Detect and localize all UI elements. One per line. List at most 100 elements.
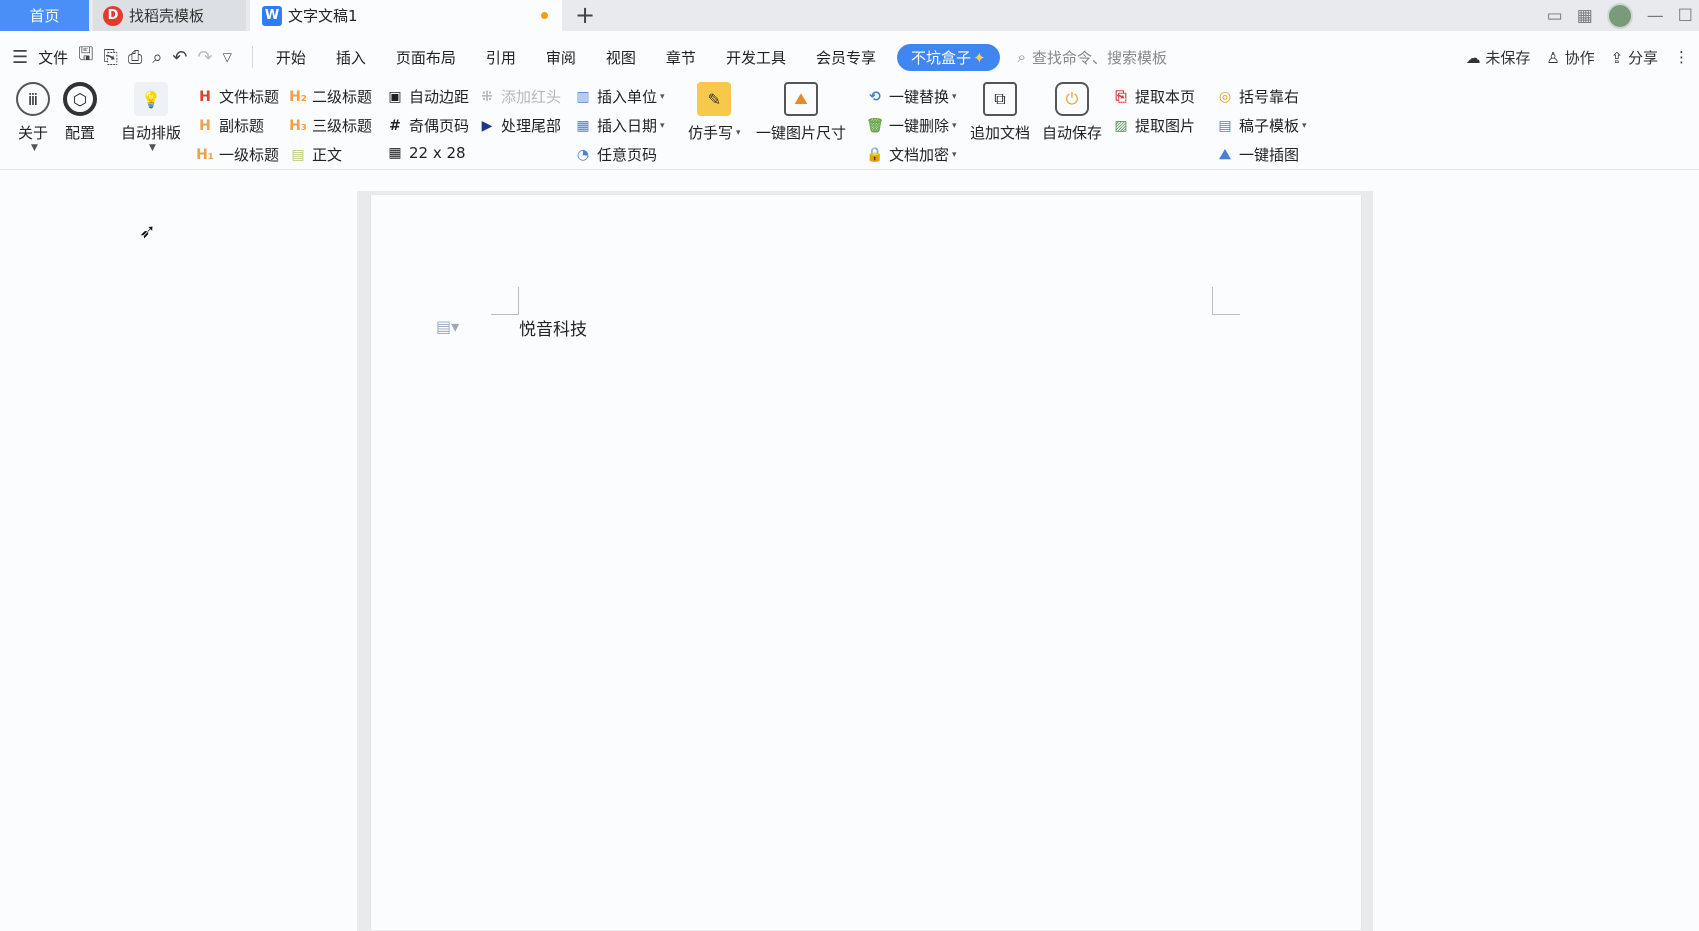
menu-start[interactable]: 开始 <box>261 47 321 68</box>
tab-home[interactable]: 首页 <box>0 0 89 31</box>
insert-date-button[interactable]: ▦ 插入日期 ▾ <box>574 115 664 136</box>
bracket-right-button[interactable]: ◎ 括号靠右 <box>1216 86 1299 107</box>
crop-mark-left <box>491 287 519 315</box>
heading-h1-icon: H₁ <box>196 146 214 163</box>
search-box[interactable]: ⌕ 查找命令、搜索模板 <box>1018 47 1167 68</box>
manuscript-template-label: 稿子模板 <box>1239 117 1300 135</box>
print-preview-icon[interactable]: ⌕ <box>152 47 162 68</box>
hamburger-icon[interactable]: ☰ <box>12 47 28 68</box>
margin-icon: ▣ <box>388 88 402 105</box>
config-button[interactable]: ⬡ 配置 <box>63 82 97 143</box>
docer-logo-icon: D <box>103 5 123 26</box>
one-click-replace-button[interactable]: ⟲ 一键替换 ▾ <box>866 86 956 107</box>
share-button[interactable]: ⇪ 分享 <box>1611 47 1658 68</box>
config-icon: ⬡ <box>63 82 97 116</box>
extract-image-icon: ▨ <box>1114 117 1128 134</box>
add-red-header-button[interactable]: ⁜ 添加红头 <box>478 86 561 107</box>
append-doc-icon: ⧉ <box>983 82 1017 116</box>
avatar[interactable] <box>1606 2 1633 29</box>
doc-title-button[interactable]: H 文件标题 <box>196 86 279 107</box>
one-click-illustration-button[interactable]: ⛰ 一键插图 <box>1216 144 1299 165</box>
any-page-number-button[interactable]: ◔ 任意页码 <box>574 144 657 165</box>
menu-chapter[interactable]: 章节 <box>651 47 711 68</box>
auto-layout-button[interactable]: 💡 自动排版 ▼ <box>121 82 181 153</box>
any-page-number-label: 任意页码 <box>597 146 658 164</box>
extract-page-icon: ⎘ <box>1115 88 1127 105</box>
layout-icon[interactable]: ▭ <box>1547 6 1563 26</box>
chevron-down-icon[interactable]: ▽ <box>223 50 232 64</box>
tab-bar: 首页 D 找稻壳模板 W 文字文稿1 + ▭ ▦ — ☐ <box>0 0 1699 31</box>
extract-image-label: 提取图片 <box>1135 117 1196 135</box>
one-click-delete-button[interactable]: 🗑 一键删除 ▾ <box>866 115 957 136</box>
heading3-button[interactable]: H₃ 三级标题 <box>289 115 372 136</box>
undo-icon[interactable]: ↶ <box>172 47 187 68</box>
process-tail-button[interactable]: ▶ 处理尾部 <box>478 115 561 136</box>
export-pdf-icon[interactable]: ⎘ <box>104 47 118 68</box>
tab-document[interactable]: W 文字文稿1 <box>250 0 562 31</box>
tab-template[interactable]: D 找稻壳模板 <box>93 0 246 31</box>
print-icon[interactable]: ⎙ <box>128 47 142 68</box>
grid-size-button[interactable]: ▦ 22 x 28 <box>386 144 465 162</box>
cloud-icon: ☁ <box>1465 48 1481 67</box>
redo-icon[interactable]: ↷ <box>198 47 213 68</box>
one-click-image-size-button[interactable]: ⛰ 一键图片尺寸 <box>756 82 846 143</box>
config-label: 配置 <box>64 124 95 142</box>
heading-h-icon: H <box>199 88 211 105</box>
tab-home-label: 首页 <box>29 7 60 25</box>
hash-icon: # <box>389 117 401 134</box>
manuscript-template-button[interactable]: ▤ 稿子模板 ▾ <box>1216 115 1306 136</box>
about-button[interactable]: ⅲ 关于 ▼ <box>16 82 50 153</box>
new-tab-button[interactable]: + <box>575 2 595 28</box>
menu-references[interactable]: 引用 <box>471 47 531 68</box>
heading1-label: 一级标题 <box>219 146 280 164</box>
body-text-button[interactable]: ▤ 正文 <box>289 144 342 165</box>
star-icon: ✦ <box>972 48 986 67</box>
one-click-replace-label: 一键替换 <box>889 88 950 106</box>
unsaved-button[interactable]: ☁ 未保存 <box>1466 47 1531 68</box>
odd-even-page-label: 奇偶页码 <box>409 117 470 135</box>
search-icon: ⌕ <box>1017 48 1026 66</box>
apps-grid-icon[interactable]: ▦ <box>1577 6 1593 26</box>
subtitle-button[interactable]: H 副标题 <box>196 115 264 136</box>
document-text[interactable]: 悦音科技 <box>519 315 587 340</box>
bulb-icon: 💡 <box>134 82 168 116</box>
template-icon: ▤ <box>1218 117 1232 134</box>
handwriting-icon: ✎ <box>697 82 732 116</box>
collaborate-button[interactable]: ♙ 协作 <box>1546 47 1594 68</box>
image-size-icon: ⛰ <box>784 82 818 116</box>
chevron-down-icon: ▼ <box>149 143 156 153</box>
append-doc-button[interactable]: ⧉ 追加文档 <box>970 82 1030 143</box>
insert-unit-button[interactable]: ▥ 插入单位 ▾ <box>574 86 665 107</box>
unsaved-dot-icon <box>541 12 548 19</box>
paragraph-handle-icon[interactable]: ▤▾ <box>436 317 459 336</box>
bracket-icon: ◎ <box>1218 88 1232 105</box>
add-red-header-label: 添加红头 <box>501 88 562 106</box>
chevron-down-icon: ▾ <box>660 91 665 102</box>
more-icon[interactable]: ⋮ <box>1674 48 1689 66</box>
save-icon[interactable]: 🖫 <box>78 42 93 72</box>
heading2-button[interactable]: H₂ 二级标题 <box>289 86 372 107</box>
file-menu[interactable]: 文件 <box>38 47 68 68</box>
doc-encrypt-button[interactable]: 🔒 文档加密 ▾ <box>866 144 957 165</box>
odd-even-page-button[interactable]: # 奇偶页码 <box>386 115 469 136</box>
menu-view[interactable]: 视图 <box>591 47 651 68</box>
menu-review[interactable]: 审阅 <box>531 47 591 68</box>
menu-bukeng-box[interactable]: 不坑盒子 ✦ <box>896 43 1000 71</box>
chevron-down-icon: ▾ <box>952 149 957 160</box>
menu-page-layout[interactable]: 页面布局 <box>381 47 471 68</box>
crop-mark-right <box>1212 287 1240 315</box>
menu-insert[interactable]: 插入 <box>321 47 381 68</box>
chevron-down-icon: ▾ <box>952 120 957 131</box>
auto-margin-button[interactable]: ▣ 自动边距 <box>386 86 469 107</box>
lock-icon: 🔒 <box>866 146 884 163</box>
menu-developer[interactable]: 开发工具 <box>711 47 801 68</box>
auto-save-button[interactable]: ⏻ 自动保存 <box>1042 82 1102 143</box>
menu-member[interactable]: 会员专享 <box>801 47 891 68</box>
maximize-icon[interactable]: ☐ <box>1678 6 1693 26</box>
minimize-icon[interactable]: — <box>1647 6 1664 26</box>
imitate-handwriting-button[interactable]: ✎ 仿手写 ▾ <box>688 82 741 143</box>
extract-page-button[interactable]: ⎘ 提取本页 <box>1112 86 1195 107</box>
extract-image-button[interactable]: ▨ 提取图片 <box>1112 115 1195 136</box>
imitate-handwriting-label: 仿手写 <box>688 124 734 142</box>
heading1-button[interactable]: H₁ 一级标题 <box>196 144 279 165</box>
